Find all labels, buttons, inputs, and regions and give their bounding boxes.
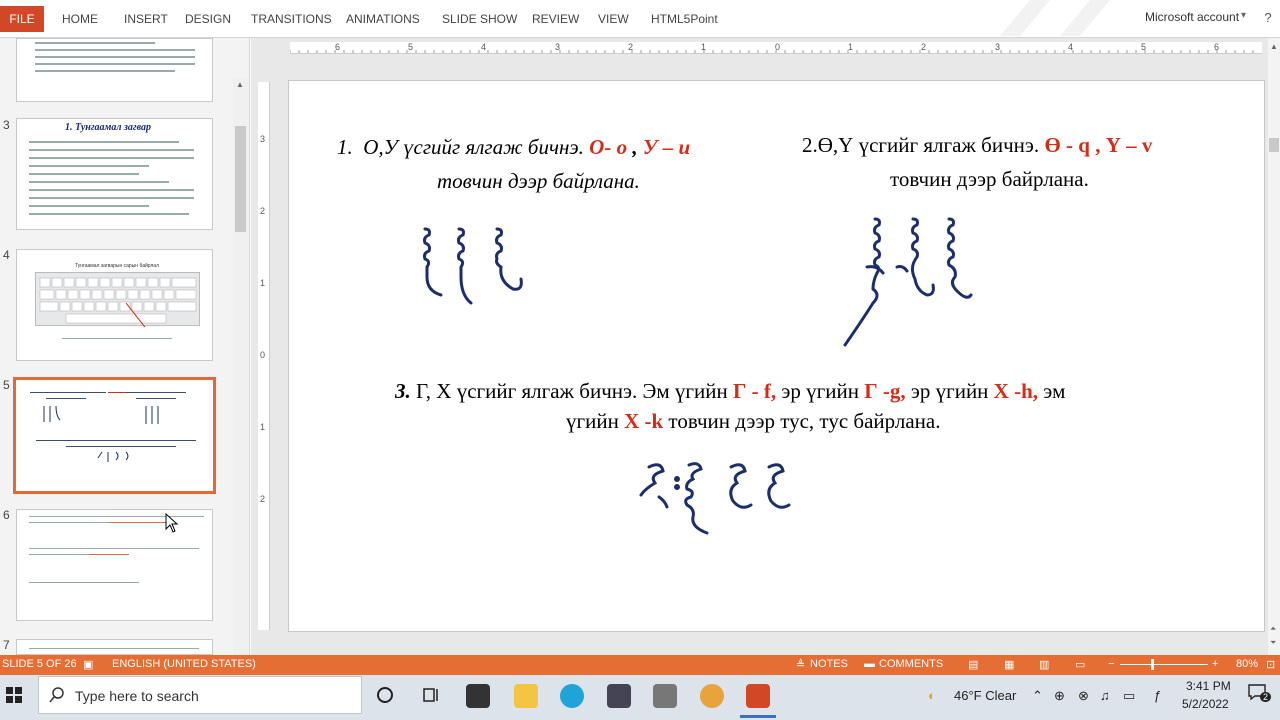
taskbar-search-box[interactable]: Type here to search (38, 676, 362, 714)
slide-indicator[interactable]: SLIDE 5 OF 26 (2, 658, 77, 670)
help-icon[interactable]: ? (1258, 8, 1278, 28)
input-method-icon[interactable]: ƒ (1154, 688, 1161, 703)
normal-view-icon[interactable]: ▤ (968, 658, 978, 671)
keyboard-image (35, 272, 200, 332)
account-dropdown-icon[interactable]: ▾ (1241, 10, 1246, 21)
task-view-icon[interactable] (422, 686, 440, 704)
account-name[interactable]: Microsoft account (1145, 10, 1239, 24)
mongolian-script-image-3 (639, 462, 791, 535)
powerpoint-icon[interactable] (746, 684, 770, 708)
thumbnail-slide-6[interactable] (16, 509, 213, 621)
vertical-ruler: 3 2 1 0 1 2 (258, 82, 270, 630)
paragraph-1-line-2[interactable]: товчин дээр байрлана. (437, 169, 640, 194)
volume-icon[interactable]: ♫ (1100, 688, 1110, 703)
notes-icon[interactable]: ≜ (796, 658, 805, 671)
horizontal-ruler: 6 5 4 3 2 1 0 1 2 3 4 5 6 (290, 42, 1262, 54)
active-app-underline (740, 715, 776, 718)
reading-view-icon[interactable]: ▥ (1039, 658, 1049, 671)
ribbon-pattern (1000, 0, 1110, 36)
tab-design[interactable]: DESIGN (185, 12, 231, 26)
thumbnail-slide-2[interactable] (16, 38, 213, 102)
scanner-icon[interactable] (653, 684, 677, 708)
thumbnail-scroll-thumb[interactable] (235, 126, 246, 232)
tab-slide-show[interactable]: SLIDE SHOW (442, 12, 517, 26)
spellcheck-icon[interactable]: ▣ (83, 658, 93, 671)
thumbnail-slide-5-selected[interactable] (13, 377, 216, 494)
search-icon (49, 687, 64, 703)
notification-count: 2 (1260, 692, 1272, 702)
paragraph-1-line-1[interactable]: 1. О,У үсгийг ялгаж бичнэ. О- о , У – и (337, 135, 690, 160)
network-icon[interactable]: ⊕ (1054, 688, 1065, 704)
slide-show-icon[interactable]: ▭ (1075, 658, 1085, 671)
thumbnail-slide-3[interactable]: 1. Тунгаамал загвар (16, 118, 213, 230)
ribbon-tab-bar: FILE HOME INSERT DESIGN TRANSITIONS ANIM… (0, 0, 1280, 38)
edge-icon[interactable] (560, 684, 584, 708)
paragraph-3-line-2[interactable]: үгийн Х -k товчин дээр тус, тус байрлана… (566, 409, 940, 434)
show-hidden-icons[interactable]: ⌃ (1032, 688, 1043, 704)
zoom-level[interactable]: 80% (1236, 658, 1258, 670)
paragraph-2-line-1[interactable]: 2.Ө,Ү үсгийг ялгаж бичнэ. Ө - q , Ү – v (802, 133, 1152, 158)
editor-scroll-thumb[interactable] (1269, 138, 1279, 152)
thumbnail-number-4: 4 (3, 248, 10, 262)
editor-scrollbar[interactable]: ▲ ⏶ ⏷ (1268, 38, 1280, 655)
weather-text[interactable]: 46°F Clear (954, 688, 1016, 703)
globe-icon[interactable]: ⊗ (1078, 688, 1089, 704)
zoom-in-icon[interactable]: + (1212, 658, 1218, 670)
thumbnail-slide-4[interactable]: Тунгаамал загварын сарын байрлал (16, 249, 213, 361)
thumbnail-number-6: 6 (3, 508, 10, 522)
tab-transitions[interactable]: TRANSITIONS (251, 12, 332, 26)
comments-icon[interactable]: ▬ (864, 658, 875, 670)
previous-slide-icon[interactable]: ⏶ (1270, 624, 1276, 634)
file-explorer-icon[interactable] (514, 684, 538, 708)
cortana-icon[interactable] (376, 686, 394, 704)
scroll-up-icon[interactable]: ▲ (236, 80, 244, 89)
current-slide[interactable]: 1. О,У үсгийг ялгаж бичнэ. О- о , У – и … (288, 80, 1265, 632)
mouse-cursor-icon (165, 513, 179, 533)
powerpoint-window: FILE HOME INSERT DESIGN TRANSITIONS ANIM… (0, 0, 1280, 720)
zoom-out-icon[interactable]: − (1108, 658, 1114, 670)
zoom-slider-thumb[interactable] (1151, 659, 1154, 670)
comments-button[interactable]: COMMENTS (879, 658, 943, 670)
slide-thumbnail-pane: 3 1. Тунгаамал загвар 4 Тунгаамал загвар… (0, 38, 250, 688)
thumbnail-slide-7[interactable] (16, 639, 213, 655)
thumbnail-5-script-preview (43, 405, 159, 462)
thumbnail-number-7: 7 (3, 638, 10, 652)
windows-start-icon[interactable] (6, 687, 22, 703)
tab-home[interactable]: HOME (62, 12, 98, 26)
tab-review[interactable]: REVIEW (532, 12, 579, 26)
mail-icon[interactable] (607, 684, 631, 708)
language-indicator[interactable]: ENGLISH (UNITED STATES) (112, 658, 256, 670)
app-icon[interactable] (700, 684, 724, 708)
fit-slide-icon[interactable]: ⊡ (1266, 658, 1275, 671)
thumbnail-number-5: 5 (3, 378, 10, 392)
weather-icon[interactable]: ◐ (928, 688, 936, 703)
tab-html5point[interactable]: HTML5Point (651, 12, 718, 26)
battery-icon[interactable]: ▭ (1123, 688, 1135, 704)
zoom-slider[interactable] (1120, 664, 1208, 665)
notification-icon[interactable]: 2 (1248, 684, 1272, 704)
next-slide-icon[interactable]: ⏷ (1270, 638, 1276, 648)
scroll-up-icon[interactable]: ▲ (1270, 42, 1278, 51)
paragraph-2-line-2[interactable]: товчин дээр байрлана. (890, 167, 1089, 192)
search-placeholder: Type here to search (75, 688, 199, 704)
thumbnail-number-3: 3 (3, 118, 10, 132)
tab-view[interactable]: VIEW (598, 12, 629, 26)
paragraph-3-line-1[interactable]: 3. Г, Х үсгийг ялгаж бичнэ. Эм үгийн Г -… (395, 379, 1065, 404)
slide-sorter-icon[interactable]: ▦ (1004, 658, 1014, 671)
mongolian-script-image-2 (843, 217, 973, 347)
file-tab[interactable]: FILE (0, 6, 44, 32)
clock-time[interactable]: 3:41 PM (1186, 679, 1231, 693)
tab-insert[interactable]: INSERT (124, 12, 168, 26)
thumbnail-4-title: Тунгаамал загварын сарын байрлал (75, 263, 159, 269)
tab-animations[interactable]: ANIMATIONS (346, 12, 420, 26)
store-icon[interactable] (466, 684, 490, 708)
mongolian-script-image-1 (423, 227, 523, 305)
notes-button[interactable]: NOTES (810, 658, 848, 670)
thumbnail-3-title: 1. Тунгаамал загвар (65, 122, 152, 133)
thumbnail-scrollbar[interactable]: ▲ ▼ (233, 78, 248, 688)
clock-date[interactable]: 5/2/2022 (1182, 697, 1229, 711)
status-bar: SLIDE 5 OF 26 ▣ ENGLISH (UNITED STATES) … (0, 655, 1280, 675)
